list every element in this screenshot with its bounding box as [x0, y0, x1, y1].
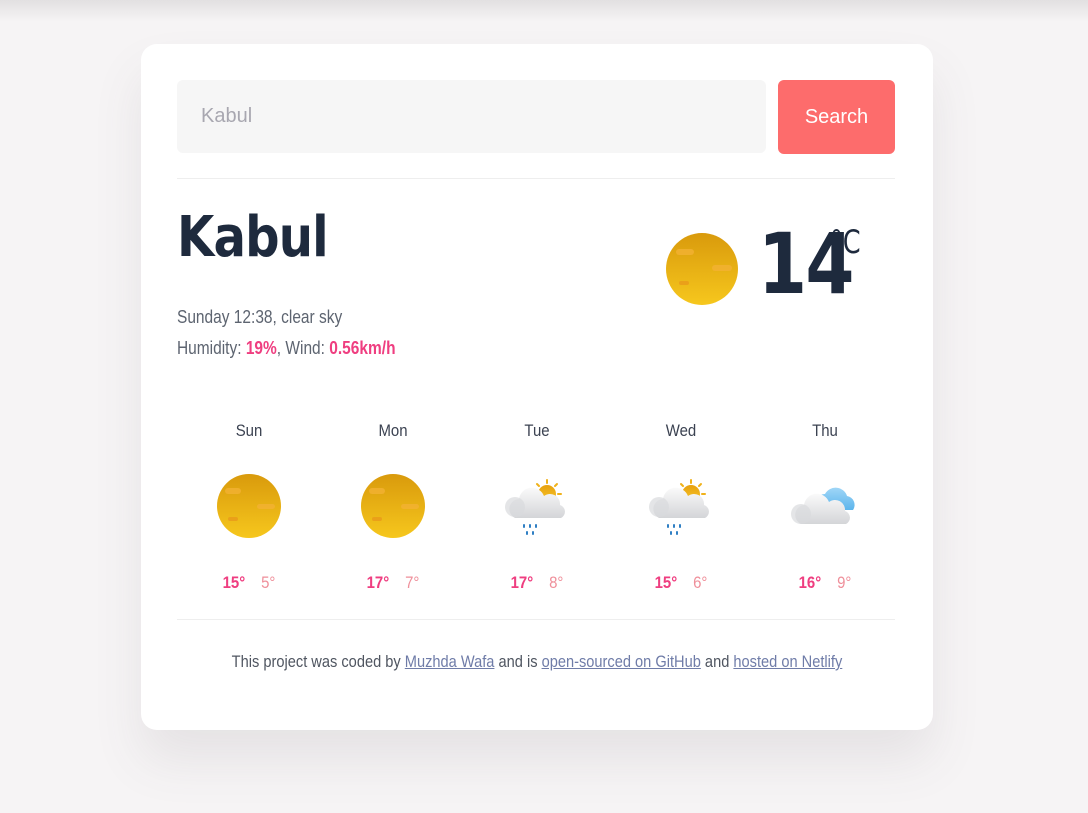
- forecast-max: 17°: [510, 573, 534, 592]
- date-description: Sunday 12:38, clear sky: [177, 307, 343, 327]
- forecast-day: Sun 15° 5°: [177, 420, 321, 600]
- forecast-day: Mon 17° 7°: [321, 420, 465, 600]
- forecast: Sun 15° 5° Mon 17° 7° Tue 17° 8° Wed 15°…: [177, 420, 897, 600]
- forecast-max: 17°: [366, 573, 390, 592]
- netlify-link[interactable]: hosted on Netlify: [733, 652, 842, 671]
- sun-icon: [357, 474, 429, 538]
- search-button[interactable]: Search: [778, 80, 895, 154]
- forecast-day: Wed 15° 6°: [609, 420, 753, 600]
- forecast-day-name: Wed: [665, 421, 697, 440]
- forecast-day: Tue 17° 8°: [465, 420, 609, 600]
- footer: This project was coded by Muzhda Wafa an…: [196, 652, 877, 672]
- rain-cloud-sun-icon: [501, 474, 573, 538]
- search-input[interactable]: [177, 80, 766, 153]
- forecast-temps: 15° 6°: [618, 573, 745, 593]
- humidity-wind: Humidity: 19%, Wind: 0.56km/h: [177, 333, 396, 364]
- footer-text: and is: [494, 652, 542, 671]
- forecast-day-name: Mon: [378, 421, 408, 440]
- forecast-min: 6°: [693, 573, 708, 592]
- forecast-max: 16°: [798, 573, 822, 592]
- github-link[interactable]: open-sourced on GitHub: [542, 652, 701, 671]
- forecast-max: 15°: [222, 573, 246, 592]
- forecast-min: 9°: [837, 573, 852, 592]
- forecast-day-name: Thu: [812, 421, 838, 440]
- weather-details: Sunday 12:38, clear sky Humidity: 19%, W…: [177, 302, 396, 364]
- forecast-day: Thu 16° 9°: [753, 420, 897, 600]
- wind-label: , Wind:: [276, 338, 330, 358]
- footer-text: This project was coded by: [231, 652, 405, 671]
- cloudy-icon: [789, 474, 861, 538]
- sun-icon: [213, 474, 285, 538]
- forecast-min: 5°: [261, 573, 276, 592]
- forecast-day-name: Sun: [235, 421, 263, 440]
- weather-card: Search Kabul Sunday 12:38, clear sky Hum…: [141, 44, 933, 730]
- footer-divider: [177, 619, 895, 620]
- forecast-temps: 17° 7°: [330, 573, 457, 593]
- wind-value: 0.56km/h: [329, 338, 396, 358]
- city-name: Kabul: [177, 205, 329, 270]
- forecast-min: 7°: [405, 573, 420, 592]
- rain-cloud-sun-icon: [645, 474, 717, 538]
- humidity-label: Humidity:: [177, 338, 246, 358]
- sun-icon: [665, 232, 739, 306]
- header-divider: [177, 178, 895, 179]
- temperature-unit-toggle[interactable]: °C: [830, 226, 861, 258]
- forecast-max: 15°: [654, 573, 678, 592]
- forecast-min: 8°: [549, 573, 564, 592]
- top-shadow: [0, 0, 1088, 22]
- footer-text: and: [700, 652, 734, 671]
- author-link[interactable]: Muzhda Wafa: [405, 652, 495, 671]
- forecast-temps: 17° 8°: [474, 573, 601, 593]
- humidity-value: 19%: [245, 338, 277, 358]
- forecast-temps: 15° 5°: [186, 573, 313, 593]
- forecast-temps: 16° 9°: [762, 573, 889, 593]
- forecast-day-name: Tue: [524, 421, 550, 440]
